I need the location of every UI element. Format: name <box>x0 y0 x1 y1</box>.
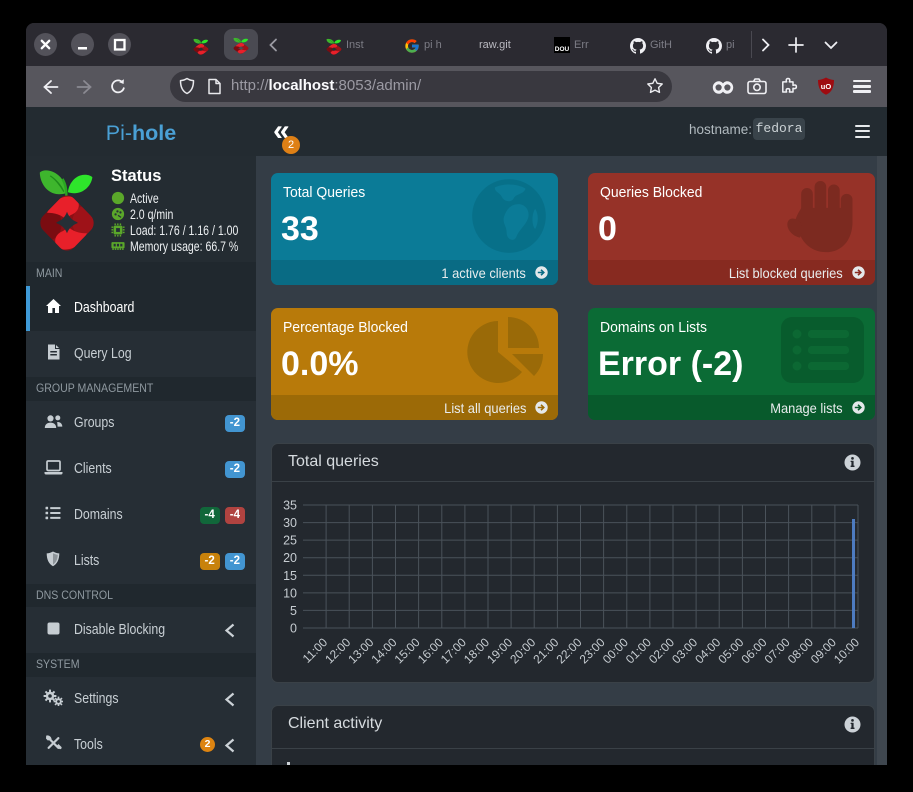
svg-text:19:00: 19:00 <box>484 635 515 666</box>
svg-text:15: 15 <box>283 569 297 583</box>
svg-text:15:00: 15:00 <box>392 635 423 666</box>
svg-text:01:00: 01:00 <box>623 635 654 666</box>
svg-text:21:00: 21:00 <box>530 635 561 666</box>
svg-text:06:00: 06:00 <box>738 635 769 666</box>
svg-text:03:00: 03:00 <box>669 635 700 666</box>
svg-text:18:00: 18:00 <box>461 635 492 666</box>
svg-text:35: 35 <box>283 499 297 513</box>
svg-text:30: 30 <box>283 516 297 530</box>
svg-text:uO: uO <box>821 82 832 91</box>
svg-text:23:00: 23:00 <box>577 635 608 666</box>
svg-text:02:00: 02:00 <box>646 635 677 666</box>
svg-text:09:00: 09:00 <box>808 635 839 666</box>
svg-text:5: 5 <box>290 604 297 618</box>
svg-text:0: 0 <box>290 622 297 636</box>
svg-text:04:00: 04:00 <box>692 635 723 666</box>
svg-text:12:00: 12:00 <box>322 635 353 666</box>
svg-text:20:00: 20:00 <box>507 635 538 666</box>
svg-text:25: 25 <box>283 534 297 548</box>
svg-text:16:00: 16:00 <box>415 635 446 666</box>
svg-text:14:00: 14:00 <box>368 635 399 666</box>
svg-text:05:00: 05:00 <box>715 635 746 666</box>
svg-text:20: 20 <box>283 551 297 565</box>
svg-text:10:00: 10:00 <box>831 635 862 666</box>
svg-text:07:00: 07:00 <box>762 635 793 666</box>
svg-text:17:00: 17:00 <box>438 635 469 666</box>
svg-text:22:00: 22:00 <box>553 635 584 666</box>
svg-text:08:00: 08:00 <box>785 635 816 666</box>
svg-text:10: 10 <box>283 586 297 600</box>
svg-text:00:00: 00:00 <box>600 635 631 666</box>
svg-text:13:00: 13:00 <box>345 635 376 666</box>
